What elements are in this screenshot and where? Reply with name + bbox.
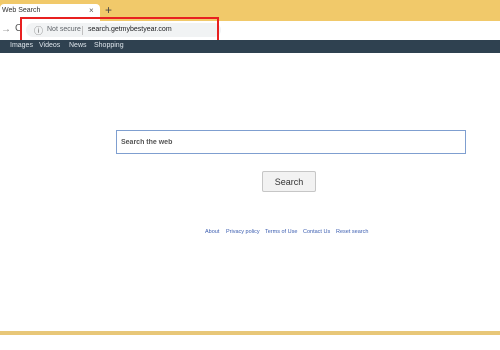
highlight-box (20, 17, 219, 42)
search-button[interactable]: Search (262, 171, 316, 192)
nav-videos[interactable]: Videos (39, 42, 60, 49)
tab-title: Web Search (2, 7, 41, 14)
nav-strip: Images Videos News Shopping (0, 40, 500, 53)
forward-arrow-icon[interactable]: → (1, 24, 11, 35)
bottom-bar (0, 331, 500, 335)
nav-shopping[interactable]: Shopping (94, 42, 124, 49)
footer-contact-link[interactable]: Contact Us (303, 229, 330, 235)
nav-images[interactable]: Images (10, 42, 33, 49)
new-tab-icon[interactable]: + (105, 4, 112, 16)
nav-news[interactable]: News (69, 42, 87, 49)
close-icon[interactable]: × (89, 6, 94, 15)
footer-terms-link[interactable]: Terms of Use (265, 229, 297, 235)
footer-privacy-link[interactable]: Privacy policy (226, 229, 260, 235)
search-input[interactable] (116, 130, 466, 154)
footer-about-link[interactable]: About (205, 229, 219, 235)
footer-reset-link[interactable]: Reset search (336, 229, 368, 235)
